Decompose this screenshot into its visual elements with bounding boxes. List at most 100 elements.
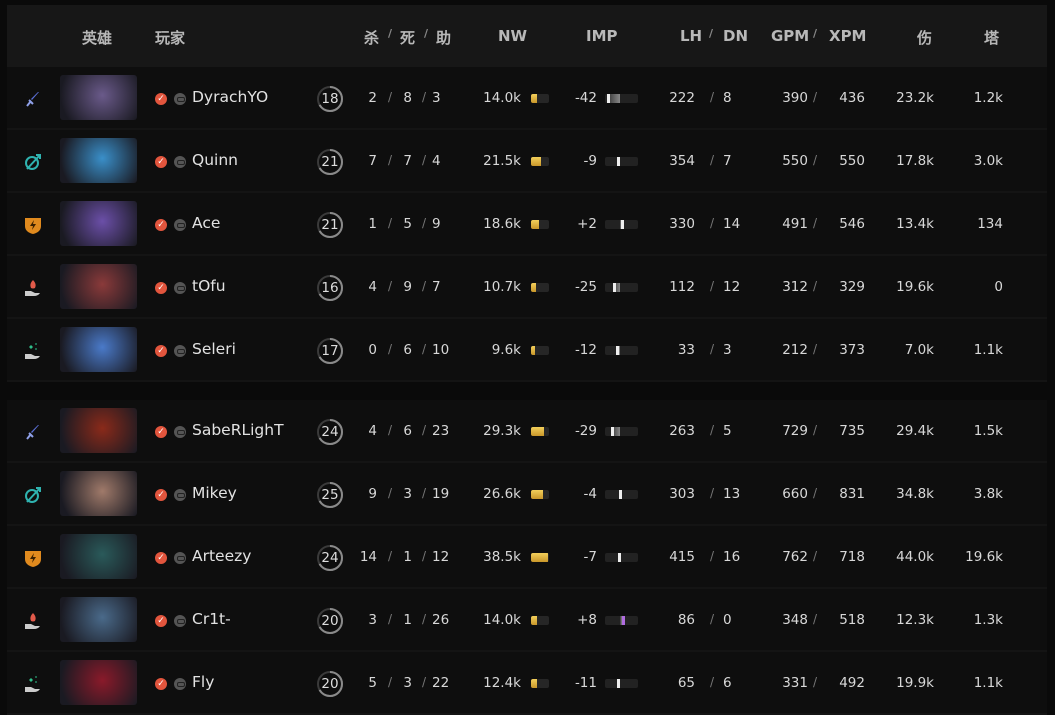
player-row[interactable]: ✓ Fly 20 5 / 3 / 22 12.4k -11 65 / 6 331…: [7, 652, 1047, 715]
impact-bar: [605, 616, 638, 625]
hero-portrait[interactable]: [60, 75, 137, 120]
net-worth-bar: [531, 553, 549, 562]
xpm: 718: [839, 549, 865, 565]
col-lh[interactable]: LH: [680, 27, 702, 45]
player-name[interactable]: Cr1t-: [192, 610, 231, 628]
slash: /: [813, 342, 818, 356]
mute-icon[interactable]: [174, 156, 186, 168]
hero-portrait[interactable]: [60, 597, 137, 642]
col-tower[interactable]: 塔: [984, 27, 999, 48]
level-value: 20: [321, 613, 339, 629]
player-row[interactable]: ✓ Ace 21 1 / 5 / 9 18.6k +2 330 / 14 491…: [7, 193, 1047, 256]
player-row[interactable]: ✓ Seleri 17 0 / 6 / 10 9.6k -12 33 / 3 2…: [7, 319, 1047, 382]
deaths: 1: [403, 549, 412, 565]
player-row[interactable]: ✓ Arteezy 24 14 / 1 / 12 38.5k -7 415 / …: [7, 526, 1047, 589]
slash: /: [422, 279, 427, 293]
hero-damage: 44.0k: [896, 549, 934, 565]
player-name[interactable]: Quinn: [192, 151, 238, 169]
net-worth: 10.7k: [483, 279, 521, 295]
denies: 13: [723, 486, 741, 502]
col-hero[interactable]: 英雄: [82, 27, 112, 48]
hero-portrait[interactable]: [60, 471, 137, 516]
impact: +8: [577, 612, 597, 628]
hero-damage: 19.9k: [896, 675, 934, 691]
col-deaths[interactable]: 死: [400, 27, 415, 48]
player-name[interactable]: Seleri: [192, 340, 236, 358]
impact-bar: [605, 490, 638, 499]
col-gpm[interactable]: GPM: [771, 27, 809, 45]
slash: /: [710, 612, 715, 626]
impact-bar: [605, 94, 638, 103]
player-row[interactable]: ✓ Quinn 21 7 / 7 / 4 21.5k -9 354 / 7 55…: [7, 130, 1047, 193]
col-dn[interactable]: DN: [723, 27, 748, 45]
mute-icon[interactable]: [174, 615, 186, 627]
col-imp[interactable]: IMP: [586, 27, 618, 45]
hero-portrait[interactable]: [60, 264, 137, 309]
kills: 5: [368, 675, 377, 691]
xpm: 831: [839, 486, 865, 502]
hero-portrait[interactable]: [60, 327, 137, 372]
hero-level: 16: [316, 274, 344, 302]
slash: /: [709, 27, 714, 40]
verified-check-icon: ✓: [155, 156, 167, 168]
hero-damage: 23.2k: [896, 90, 934, 106]
player-name[interactable]: tOfu: [192, 277, 226, 295]
player-name[interactable]: Arteezy: [192, 547, 251, 565]
player-name[interactable]: Mikey: [192, 484, 237, 502]
mute-icon[interactable]: [174, 489, 186, 501]
hero-portrait[interactable]: [60, 534, 137, 579]
col-damage[interactable]: 伤: [917, 27, 932, 48]
col-player[interactable]: 玩家: [155, 27, 185, 48]
carry-sword-icon: [23, 422, 43, 442]
player-name[interactable]: Ace: [192, 214, 220, 232]
mute-icon[interactable]: [174, 282, 186, 294]
hero-level: 21: [316, 148, 344, 176]
mute-icon[interactable]: [174, 426, 186, 438]
net-worth: 12.4k: [483, 675, 521, 691]
hero-portrait[interactable]: [60, 201, 137, 246]
col-kills[interactable]: 杀: [364, 27, 379, 48]
player-row[interactable]: ✓ SabeRLighT 24 4 / 6 / 23 29.3k -29 263…: [7, 400, 1047, 463]
gpm: 729: [782, 423, 808, 439]
player-name[interactable]: DyrachYO: [192, 88, 268, 106]
verified-check-icon: ✓: [155, 615, 167, 627]
mute-icon[interactable]: [174, 345, 186, 357]
player-row[interactable]: ✓ Cr1t- 20 3 / 1 / 26 14.0k +8 86 / 0 34…: [7, 589, 1047, 652]
level-value: 21: [321, 217, 339, 233]
support-fire-hand-icon: [23, 278, 43, 298]
impact: -42: [574, 90, 597, 106]
mute-icon[interactable]: [174, 552, 186, 564]
tower-damage: 1.5k: [973, 423, 1003, 439]
mute-icon[interactable]: [174, 678, 186, 690]
col-xpm[interactable]: XPM: [829, 27, 867, 45]
assists: 19: [432, 486, 450, 502]
impact: -29: [574, 423, 597, 439]
col-assists[interactable]: 助: [436, 27, 451, 48]
slash: /: [424, 27, 429, 40]
deaths: 6: [403, 342, 412, 358]
hero-portrait[interactable]: [60, 138, 137, 183]
mute-icon[interactable]: [174, 219, 186, 231]
mute-icon[interactable]: [174, 93, 186, 105]
player-name[interactable]: SabeRLighT: [192, 421, 284, 439]
net-worth: 14.0k: [483, 90, 521, 106]
player-row[interactable]: ✓ Mikey 25 9 / 3 / 19 26.6k -4 303 / 13 …: [7, 463, 1047, 526]
slash: /: [422, 612, 427, 626]
last-hits: 303: [669, 486, 695, 502]
hero-portrait[interactable]: [60, 408, 137, 453]
deaths: 7: [403, 153, 412, 169]
hero-damage: 13.4k: [896, 216, 934, 232]
hero-portrait[interactable]: [60, 660, 137, 705]
kills: 7: [368, 153, 377, 169]
verified-check-icon: ✓: [155, 489, 167, 501]
verified-check-icon: ✓: [155, 345, 167, 357]
slash: /: [710, 675, 715, 689]
net-worth-bar: [531, 94, 549, 103]
col-nw[interactable]: NW: [498, 27, 527, 45]
net-worth: 38.5k: [483, 549, 521, 565]
gpm: 312: [782, 279, 808, 295]
player-row[interactable]: ✓ DyrachYO 18 2 / 8 / 3 14.0k -42 222 / …: [7, 67, 1047, 130]
hero-level: 21: [316, 211, 344, 239]
player-name[interactable]: Fly: [192, 673, 214, 691]
player-row[interactable]: ✓ tOfu 16 4 / 9 / 7 10.7k -25 112 / 12 3…: [7, 256, 1047, 319]
